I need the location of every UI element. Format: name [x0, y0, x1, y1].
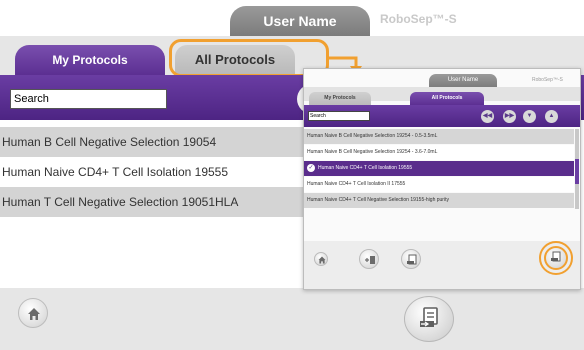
rewind-icon[interactable]: ◀◀ [481, 110, 494, 123]
inset-protocol-row-label: Human Naive CD4+ T Cell Isolation 19555 [318, 165, 413, 171]
inset-home-button[interactable] [314, 252, 328, 266]
inset-document-button[interactable] [401, 249, 421, 269]
inset-bottom-toolbar [304, 241, 580, 289]
export-button[interactable] [404, 296, 454, 342]
inset-user-name-tab: User Name [429, 74, 497, 87]
add-protocol-button[interactable] [359, 249, 379, 269]
inset-protocol-row-selected[interactable]: ✓ Human Naive CD4+ T Cell Isolation 19555 [304, 161, 574, 176]
inset-protocol-row[interactable]: Human Naive CD4+ T Cell Isolation II 175… [304, 177, 574, 192]
brand-logo: RoboSep™-S [380, 12, 457, 26]
add-icon [365, 256, 375, 264]
inset-protocol-row[interactable]: Human Naive B Cell Negative Selection 19… [304, 129, 574, 144]
inset-tab-all-protocols[interactable]: All Protocols [410, 92, 484, 105]
inset-brand-logo: RoboSep™-S [532, 77, 563, 83]
protocol-row[interactable]: Human T Cell Negative Selection 19051HLA [0, 187, 305, 217]
inset-protocol-row[interactable]: Human Naive B Cell Negative Selection 19… [304, 145, 574, 160]
protocol-row[interactable]: Human B Cell Negative Selection 19054 [0, 127, 305, 157]
zoomed-all-protocols-view: User Name RoboSep™-S My Protocols All Pr… [303, 68, 581, 290]
down-icon[interactable]: ▼ [523, 110, 536, 123]
inset-search-input[interactable]: Search [308, 111, 370, 121]
forward-icon[interactable]: ▶▶ [503, 110, 516, 123]
protocol-row[interactable]: Human Naive CD4+ T Cell Isolation 19555 [0, 157, 305, 187]
inset-scrollbar-thumb[interactable] [575, 159, 579, 184]
up-icon[interactable]: ▲ [545, 110, 558, 123]
inset-export-button[interactable] [544, 246, 568, 270]
bottom-toolbar [0, 288, 584, 350]
user-name-tab[interactable]: User Name [230, 6, 370, 36]
home-icon [318, 256, 326, 264]
inset-tab-my-protocols[interactable]: My Protocols [309, 92, 371, 105]
export-document-icon [420, 307, 438, 327]
search-input[interactable]: Search [10, 89, 167, 109]
inset-protocol-row[interactable]: Human Naive CD4+ T Cell Negative Selecti… [304, 193, 574, 208]
export-document-icon [407, 254, 417, 265]
home-button[interactable] [18, 298, 48, 328]
tab-my-protocols[interactable]: My Protocols [15, 45, 165, 75]
home-icon [28, 308, 40, 320]
export-document-icon [551, 251, 561, 262]
check-icon: ✓ [307, 163, 315, 172]
